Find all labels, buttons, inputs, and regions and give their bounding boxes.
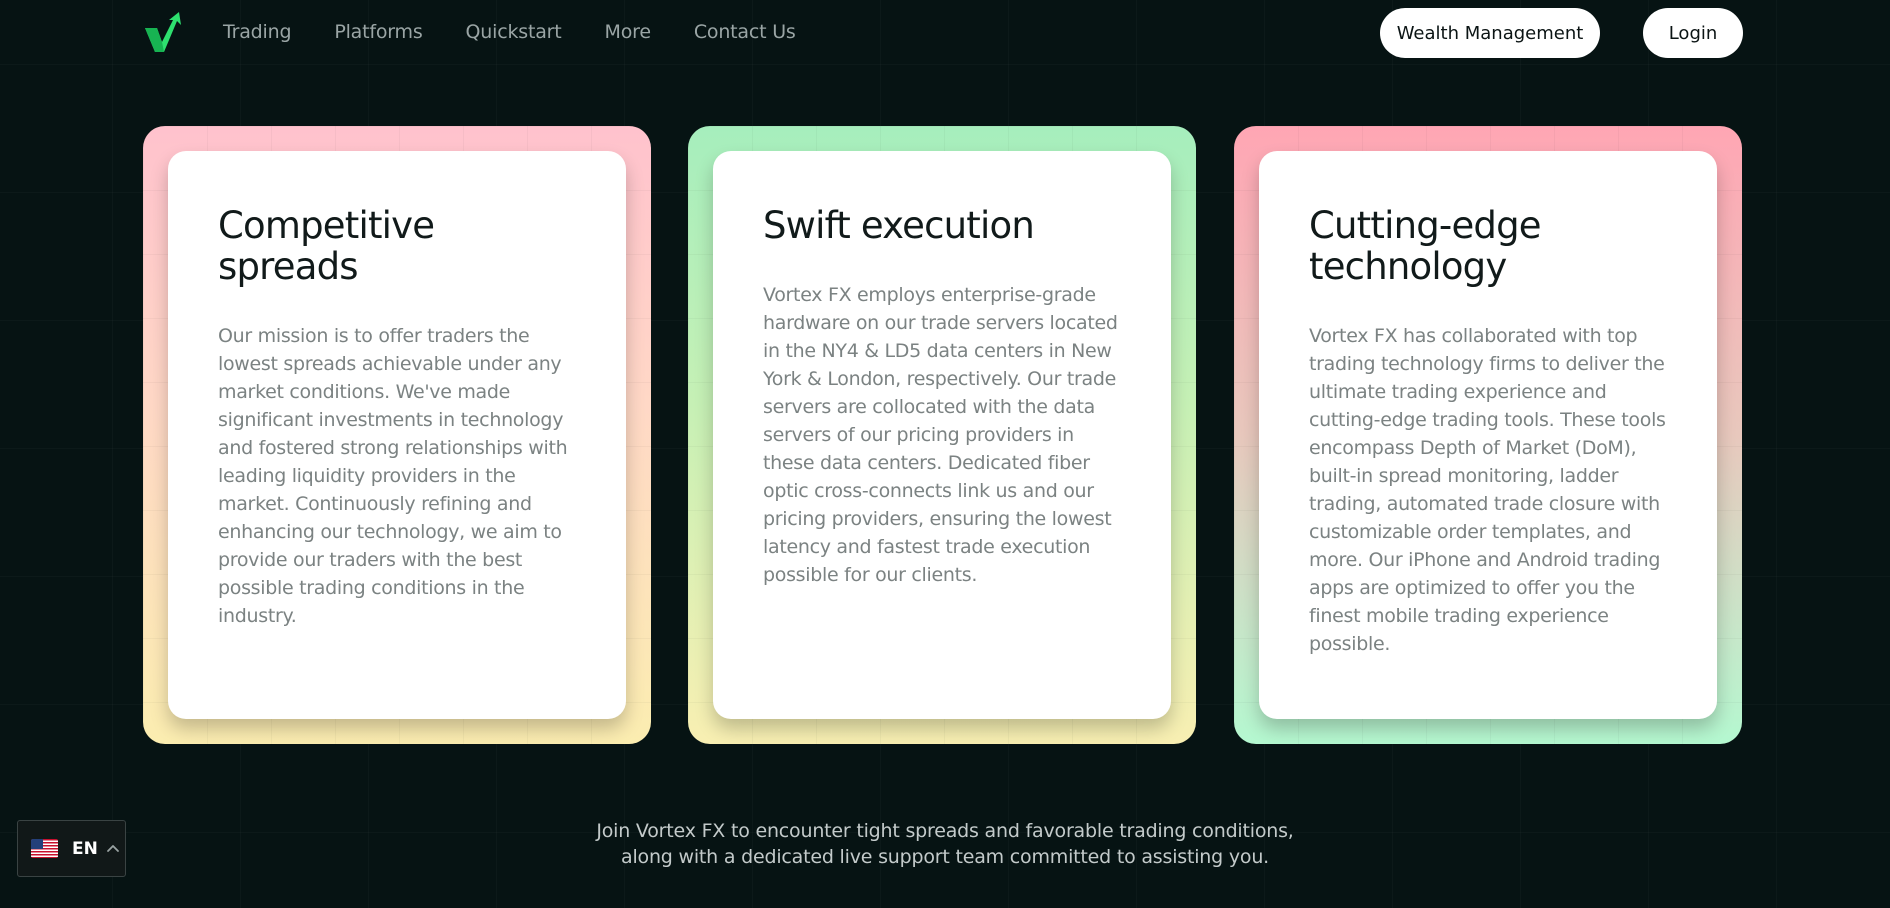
card-title: Cutting-edge technology — [1309, 204, 1542, 288]
feature-card-technology: Cutting-edge technology Vortex FX has co… — [1259, 151, 1717, 719]
nav-link-trading[interactable]: Trading — [223, 21, 292, 43]
feature-card-frame-technology: Cutting-edge technology Vortex FX has co… — [1234, 126, 1742, 744]
chevron-up-icon — [106, 844, 119, 852]
feature-card-frame-spreads: Competitive spreads Our mission is to of… — [143, 126, 651, 744]
card-description: Our mission is to offer traders the lowe… — [218, 325, 568, 627]
nav-link-platforms[interactable]: Platforms — [334, 21, 422, 43]
card-description: Vortex FX employs enterprise-grade hardw… — [763, 284, 1118, 586]
language-switcher[interactable]: EN — [17, 820, 126, 877]
feature-card-spreads: Competitive spreads Our mission is to of… — [168, 151, 626, 719]
feature-card-frame-execution: Swift execution Vortex FX employs enterp… — [688, 126, 1196, 744]
nav-link-contact-us[interactable]: Contact Us — [694, 21, 796, 43]
card-title: Competitive spreads — [218, 204, 435, 288]
login-button[interactable]: Login — [1643, 8, 1743, 58]
top-navigation: Trading Platforms Quickstart More Contac… — [0, 0, 1890, 64]
vortex-logo-icon[interactable] — [143, 12, 183, 54]
wealth-management-button[interactable]: Wealth Management — [1380, 8, 1600, 58]
join-tagline: Join Vortex FX to encounter tight spread… — [0, 818, 1890, 870]
join-tagline-line-1: Join Vortex FX to encounter tight spread… — [596, 820, 1294, 842]
join-tagline-line-2: along with a dedicated live support team… — [621, 846, 1269, 868]
language-code: EN — [72, 838, 98, 859]
nav-links: Trading Platforms Quickstart More Contac… — [223, 0, 839, 64]
card-description: Vortex FX has collaborated with top trad… — [1309, 325, 1666, 655]
card-title: Swift execution — [763, 204, 1035, 247]
us-flag-icon — [31, 839, 58, 858]
nav-link-quickstart[interactable]: Quickstart — [466, 21, 562, 43]
feature-card-execution: Swift execution Vortex FX employs enterp… — [713, 151, 1171, 719]
nav-link-more[interactable]: More — [605, 21, 652, 43]
